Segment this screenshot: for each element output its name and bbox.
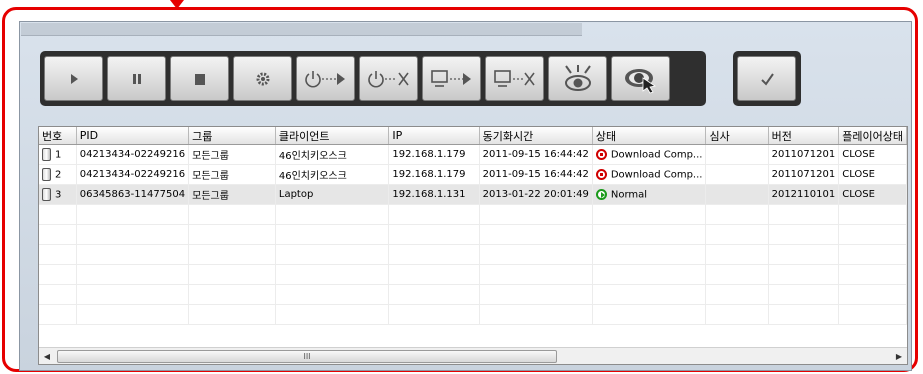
column-header-group[interactable]: 그룹 xyxy=(188,127,276,145)
power-on-icon xyxy=(304,70,345,87)
column-header-version[interactable]: 버전 xyxy=(768,127,840,145)
pid-cell: 04213434-02249216 xyxy=(76,164,190,185)
column-header-player-status[interactable]: 플레이어상태 xyxy=(838,127,907,145)
stop-icon xyxy=(194,73,205,85)
settings-gear-icon xyxy=(256,72,269,85)
status-cell: Download Comp... xyxy=(592,164,707,185)
version-cell: 2011071201 xyxy=(768,164,840,185)
database-icon xyxy=(42,168,51,181)
empty-row xyxy=(39,244,907,265)
client-cell: 46인치키오스크 xyxy=(275,144,390,165)
ip-cell: 192.168.1.179 xyxy=(388,144,480,165)
client-grid: 번호 PID 그룹 클라이언트 IP 동기화시간 상태 심사 버전 플레이어상태 xyxy=(38,126,908,365)
column-header-no[interactable]: 번호 xyxy=(39,127,77,145)
settings-button[interactable] xyxy=(233,56,292,101)
eye-closed-icon xyxy=(564,64,591,91)
sync-time-cell: 2011-09-15 16:44:42 xyxy=(479,144,593,165)
empty-row xyxy=(39,204,907,225)
power-off-button[interactable] xyxy=(359,56,418,101)
pause-icon xyxy=(132,73,141,84)
sync-time-cell: 2013-01-22 20:01:49 xyxy=(479,184,593,205)
column-header-pid[interactable]: PID xyxy=(76,127,190,145)
empty-row xyxy=(39,224,907,245)
row-no: 2 xyxy=(55,169,62,181)
client-table: 번호 PID 그룹 클라이언트 IP 동기화시간 상태 심사 버전 플레이어상태 xyxy=(39,127,907,325)
table-header-row: 번호 PID 그룹 클라이언트 IP 동기화시간 상태 심사 버전 플레이어상태 xyxy=(39,127,907,145)
pid-cell: 06345863-11477504 xyxy=(76,184,190,205)
pid-cell: 04213434-02249216 xyxy=(76,144,190,165)
status-text: Normal xyxy=(610,189,648,201)
table-row[interactable]: 2 04213434-02249216 모든그룹 46인치키오스크 192.16… xyxy=(39,164,907,185)
monitor-on-button[interactable] xyxy=(422,56,481,101)
version-cell: 2012110101 xyxy=(768,184,840,205)
table-row[interactable]: 1 04213434-02249216 모든그룹 46인치키오스크 192.16… xyxy=(39,144,907,165)
power-off-icon xyxy=(367,70,409,87)
client-cell: Laptop xyxy=(275,184,390,205)
client-cell: 46인치키오스크 xyxy=(275,164,390,185)
player-status-cell: CLOSE xyxy=(838,164,907,185)
status-text: Download Comp... xyxy=(610,149,703,161)
table-row-selected[interactable]: 3 06345863-11477504 모든그룹 Laptop 192.168.… xyxy=(39,184,907,205)
pause-button[interactable] xyxy=(107,56,166,101)
version-cell: 2011071201 xyxy=(768,144,840,165)
player-status-cell: CLOSE xyxy=(838,144,907,165)
highlight-frame: 번호 PID 그룹 클라이언트 IP 동기화시간 상태 심사 버전 플레이어상태 xyxy=(2,7,918,372)
monitor-off-icon xyxy=(493,69,535,87)
database-icon xyxy=(42,148,51,161)
status-text: Download Comp... xyxy=(610,169,703,181)
column-header-sync-time[interactable]: 동기화시간 xyxy=(479,127,593,145)
play-button[interactable] xyxy=(44,56,103,101)
row-no: 1 xyxy=(55,149,62,161)
eye-view-icon xyxy=(624,68,656,93)
stop-status-icon xyxy=(595,168,607,180)
group-cell: 모든그룹 xyxy=(188,184,276,205)
row-no-cell: 1 xyxy=(39,144,77,165)
review-cell xyxy=(705,144,769,165)
view-screen-button[interactable] xyxy=(611,56,670,101)
play-status-icon xyxy=(595,188,607,200)
scroll-left-button[interactable]: ◀ xyxy=(39,348,55,364)
column-header-ip[interactable]: IP xyxy=(388,127,480,145)
group-cell: 모든그룹 xyxy=(188,164,276,185)
row-no: 3 xyxy=(55,189,62,201)
scrollbar-thumb[interactable]: III xyxy=(57,350,557,363)
play-icon xyxy=(70,73,78,84)
column-header-status[interactable]: 상태 xyxy=(592,127,707,145)
empty-row xyxy=(39,284,907,305)
row-no-cell: 3 xyxy=(39,184,77,205)
empty-row xyxy=(39,304,907,325)
hide-view-button[interactable] xyxy=(548,56,607,101)
empty-row xyxy=(39,264,907,285)
control-toolbar xyxy=(40,51,706,106)
row-no-cell: 2 xyxy=(39,164,77,185)
monitor-on-icon xyxy=(430,69,471,87)
scroll-right-button[interactable]: ▶ xyxy=(891,348,907,364)
monitor-off-button[interactable] xyxy=(485,56,544,101)
horizontal-scrollbar[interactable]: ◀ III ▶ xyxy=(39,347,907,364)
group-cell: 모든그룹 xyxy=(188,144,276,165)
confirm-button[interactable] xyxy=(737,56,796,101)
stop-status-icon xyxy=(595,148,607,160)
status-cell: Normal xyxy=(592,184,707,205)
ip-cell: 192.168.1.131 xyxy=(388,184,480,205)
power-on-button[interactable] xyxy=(296,56,355,101)
status-cell: Download Comp... xyxy=(592,144,707,165)
column-header-client[interactable]: 클라이언트 xyxy=(275,127,390,145)
database-icon xyxy=(42,188,51,201)
stop-button[interactable] xyxy=(170,56,229,101)
player-status-cell: CLOSE xyxy=(838,184,907,205)
review-cell xyxy=(705,164,769,185)
ip-cell: 192.168.1.179 xyxy=(388,164,480,185)
sync-time-cell: 2011-09-15 16:44:42 xyxy=(479,164,593,185)
column-header-review[interactable]: 심사 xyxy=(705,127,769,145)
review-cell xyxy=(705,184,769,205)
confirm-toolbar xyxy=(733,51,801,106)
client-manager-panel: 번호 PID 그룹 클라이언트 IP 동기화시간 상태 심사 버전 플레이어상태 xyxy=(19,21,912,371)
checkmark-icon xyxy=(760,72,774,86)
tab-strip xyxy=(21,23,582,36)
